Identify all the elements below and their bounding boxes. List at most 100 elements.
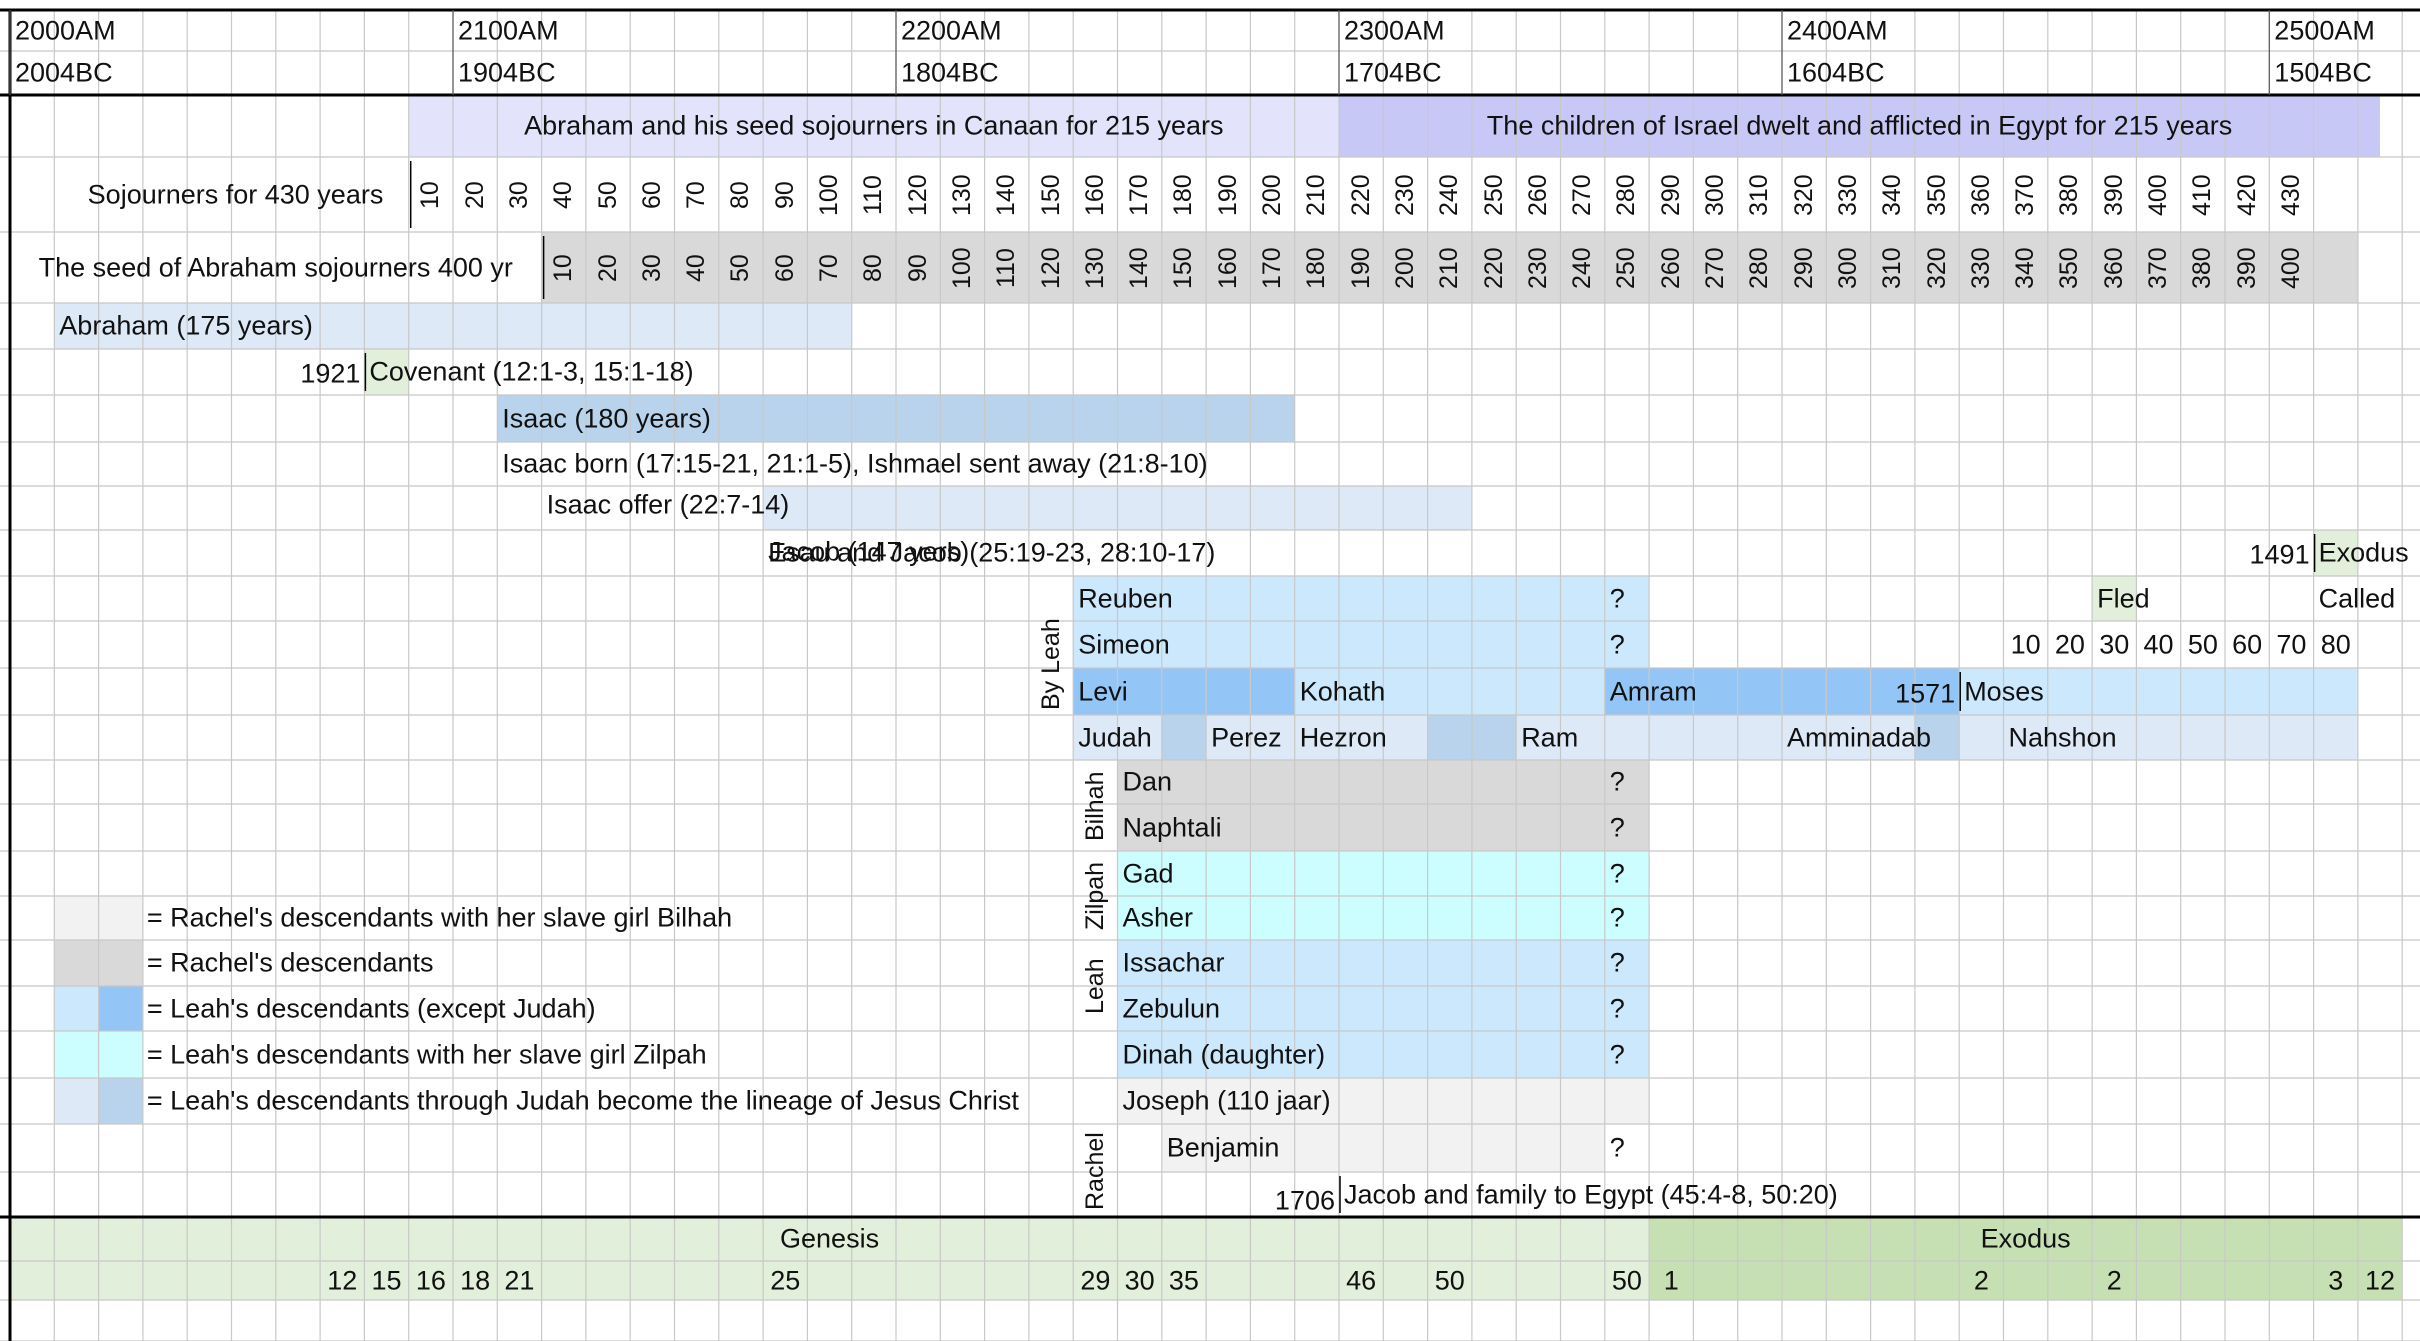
genesis-chapter-label: 15 — [371, 1265, 402, 1295]
sojourn-430-tick: 60 — [637, 180, 666, 209]
genesis-chapter-label: 29 — [1080, 1265, 1111, 1295]
sojourn-400-tick: 180 — [1302, 246, 1331, 289]
sojourn-430-tick: 270 — [1568, 173, 1597, 216]
sojourn-430-tick: 260 — [1523, 173, 1552, 216]
sojourn-400-tick: 20 — [593, 253, 622, 282]
sojourn-430-tick: 320 — [1789, 173, 1818, 216]
simeon-label: Simeon — [1078, 629, 1170, 659]
sojourn-400-tick: 270 — [1701, 246, 1730, 289]
moses-year-label: 1571 — [1895, 678, 1956, 708]
sojourn-430-tick: 430 — [2276, 173, 2305, 216]
by-leah-label: By Leah — [1036, 617, 1065, 710]
egypt-era-label: The children of Israel dwelt and afflict… — [1486, 110, 2233, 141]
sojourn-400-tick: 150 — [1169, 246, 1198, 289]
year-bc-label: 1904BC — [458, 57, 556, 88]
sojourn-400-tick: 340 — [2011, 246, 2040, 289]
sojourn-430-tick: 280 — [1612, 173, 1641, 216]
moses-age-label: 20 — [2054, 629, 2085, 659]
sojourn-430-tick: 240 — [1435, 173, 1464, 216]
zebulun-label: Zebulun — [1122, 993, 1221, 1023]
canaan-era-label: Abraham and his seed sojourners in Canaa… — [524, 110, 1224, 141]
sojourn-400-tick: 110 — [992, 247, 1021, 288]
sojourn-400-tick: 10 — [549, 253, 578, 282]
sojourn-430-tick: 360 — [1966, 173, 1995, 216]
sojourn-400-tick: 290 — [1789, 246, 1818, 289]
genesis-label: Genesis — [780, 1223, 880, 1254]
sojourn-430-tick: 90 — [770, 180, 799, 209]
year-bc-label: 1704BC — [1344, 57, 1442, 88]
moses-label: Moses — [1964, 676, 2044, 706]
sojourn-400-tick: 170 — [1258, 246, 1287, 289]
sojourn-430-tick: 340 — [1878, 173, 1907, 216]
year-am-label: 2000AM — [15, 15, 116, 45]
sojourn-430-label: Sojourners for 430 years — [87, 179, 384, 209]
naphtali-label: Naphtali — [1122, 812, 1222, 842]
sojourn-400-tick: 70 — [815, 253, 844, 282]
genesis-chapter-label: 30 — [1124, 1265, 1155, 1295]
sojourn-400-tick: 320 — [1922, 246, 1951, 289]
sojourn-430-tick: 170 — [1125, 173, 1154, 216]
exodus-chapter-label: 1 — [1663, 1265, 1679, 1295]
sojourn-400-tick: 130 — [1080, 246, 1109, 289]
sojourn-400-tick: 60 — [770, 253, 799, 282]
sojourn-400-tick: 360 — [2099, 246, 2128, 289]
unknown-death-label: ? — [1609, 858, 1625, 888]
bilhah-label: Bilhah — [1080, 771, 1109, 841]
legend-text: = Leah's descendants with her slave girl… — [146, 1039, 707, 1069]
year-am-label: 2300AM — [1344, 15, 1445, 45]
called-label: Called — [2318, 583, 2396, 613]
dinah-label: Dinah (daughter) — [1122, 1039, 1326, 1069]
genesis-chapter-label: 35 — [1168, 1265, 1199, 1295]
moses-age-label: 70 — [2276, 629, 2307, 659]
sojourn-430-tick: 200 — [1258, 173, 1287, 216]
sojourn-400-tick: 190 — [1346, 246, 1375, 289]
sojourn-400-tick: 280 — [1745, 246, 1774, 289]
exodus-year-label: 1491 — [2249, 539, 2310, 570]
year-am-label: 2200AM — [901, 15, 1002, 45]
moses-age-label: 80 — [2320, 629, 2351, 659]
sojourn-400-tick: 160 — [1213, 246, 1242, 289]
year-am-label: 2500AM — [2274, 15, 2375, 45]
fled-label: Fled — [2097, 583, 2150, 613]
exodus-chapter-label: 3 — [2328, 1265, 2344, 1295]
gad-label: Gad — [1122, 858, 1174, 888]
sojourn-400-tick: 310 — [1878, 246, 1907, 289]
sojourn-430-tick: 420 — [2232, 173, 2261, 216]
isaac-born-label: Isaac born (17:15-21, 21:1-5), Ishmael s… — [502, 448, 1208, 479]
sojourn-400-tick: 30 — [637, 253, 666, 282]
sojourn-400-tick: 40 — [682, 253, 711, 282]
moses-age-label: 60 — [2232, 629, 2263, 659]
legend-text: = Leah's descendants through Judah becom… — [146, 1085, 1019, 1116]
sojourn-430-tick: 180 — [1169, 173, 1198, 216]
sojourn-430-tick: 160 — [1080, 173, 1109, 216]
sojourn-430-tick: 300 — [1701, 173, 1730, 216]
isaac-offer-label: Isaac offer (22:7-14) — [546, 489, 790, 520]
issachar-label: Issachar — [1122, 947, 1225, 978]
sojourn-400-tick: 120 — [1036, 246, 1065, 289]
sojourn-400-tick: 220 — [1479, 246, 1508, 289]
sojourn-430-tick: 70 — [682, 180, 711, 209]
benjamin-label: Benjamin — [1166, 1132, 1280, 1163]
sojourn-430-tick: 290 — [1656, 173, 1685, 216]
genesis-chapter-label: 46 — [1346, 1265, 1377, 1295]
sojourn-400-tick: 300 — [1833, 246, 1862, 289]
sojourn-430-tick: 250 — [1479, 173, 1508, 216]
sojourn-430-tick: 310 — [1745, 173, 1774, 216]
genesis-chapter-label: 50 — [1611, 1265, 1642, 1295]
sojourn-400-tick: 260 — [1656, 246, 1685, 289]
exodus-event-label: Exodus — [2318, 537, 2409, 568]
sojourn-430-tick: 330 — [1833, 173, 1862, 216]
sojourn-400-tick: 330 — [1966, 246, 1995, 289]
genesis-chapter-label: 21 — [504, 1265, 535, 1295]
unknown-death-label: ? — [1609, 766, 1625, 797]
sojourn-430-tick: 110 — [859, 174, 888, 215]
year-am-label: 2400AM — [1787, 15, 1888, 45]
amram-label: Amram — [1609, 676, 1697, 706]
sojourn-400-tick: 390 — [2232, 246, 2261, 289]
sojourn-430-tick: 20 — [460, 180, 489, 209]
amminadab-label: Amminadab — [1787, 722, 1932, 752]
jacob-to-egypt-label: Jacob and family to Egypt (45:4-8, 50:20… — [1344, 1179, 1838, 1209]
unknown-death-label: ? — [1609, 947, 1625, 978]
legend-text: = Rachel's descendants with her slave gi… — [146, 902, 733, 933]
sojourn-400-tick: 80 — [859, 253, 888, 282]
